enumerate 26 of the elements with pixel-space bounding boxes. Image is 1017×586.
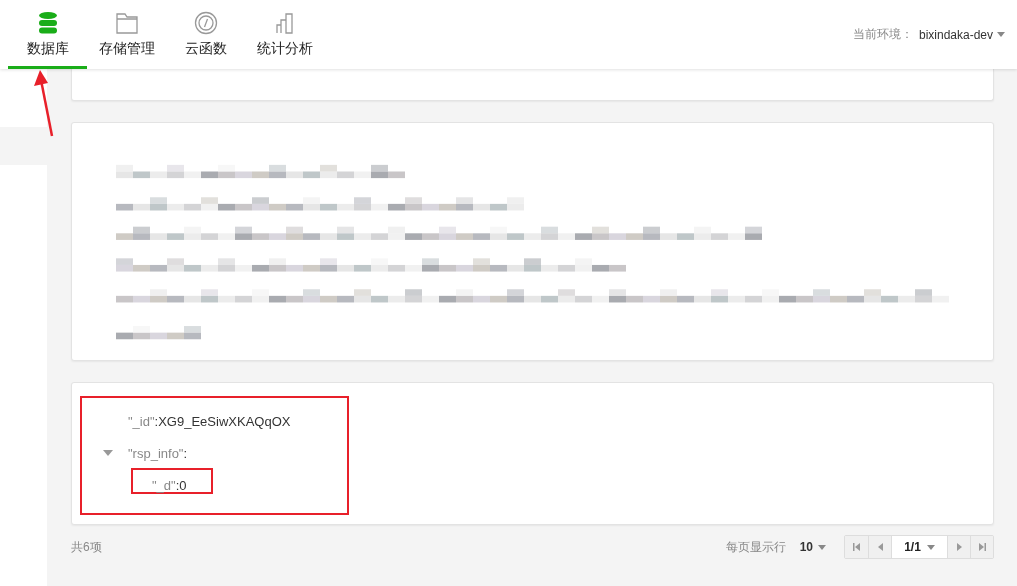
function-icon xyxy=(193,11,218,35)
next-page-button[interactable] xyxy=(947,536,970,558)
previous-page-button[interactable] xyxy=(868,536,891,558)
json-field: "_id":XG9_EeSiwXKAQqOX xyxy=(128,413,291,429)
nav-tab[interactable]: 统计分析 xyxy=(245,0,324,69)
page-size-label: 每页显示行 xyxy=(725,538,786,556)
first-page-icon xyxy=(853,543,860,551)
caret-icon xyxy=(926,544,935,550)
caret-icon xyxy=(997,32,1005,37)
first-page-button[interactable] xyxy=(845,536,868,558)
environment-select[interactable]: bixindaka-dev xyxy=(918,27,1005,42)
page-select[interactable]: 1/1 xyxy=(891,536,947,558)
page-size-select[interactable]: 10 xyxy=(799,540,826,554)
total-count: 共6项 xyxy=(71,538,102,556)
json-field: "rsp_info": xyxy=(128,445,188,461)
caret-icon xyxy=(818,544,826,550)
json-field: "_d":0 xyxy=(152,477,187,493)
last-page-button[interactable] xyxy=(970,536,993,558)
caret-icon[interactable] xyxy=(103,450,113,456)
next-icon xyxy=(956,543,962,551)
nav-tab[interactable]: 云函数 xyxy=(166,0,245,69)
nav-tab[interactable]: 存储管理 xyxy=(87,0,166,69)
previous-icon xyxy=(877,543,883,551)
last-page-icon xyxy=(978,543,986,551)
folder-icon xyxy=(114,11,139,35)
environment-label: 当前环境： xyxy=(852,26,913,43)
